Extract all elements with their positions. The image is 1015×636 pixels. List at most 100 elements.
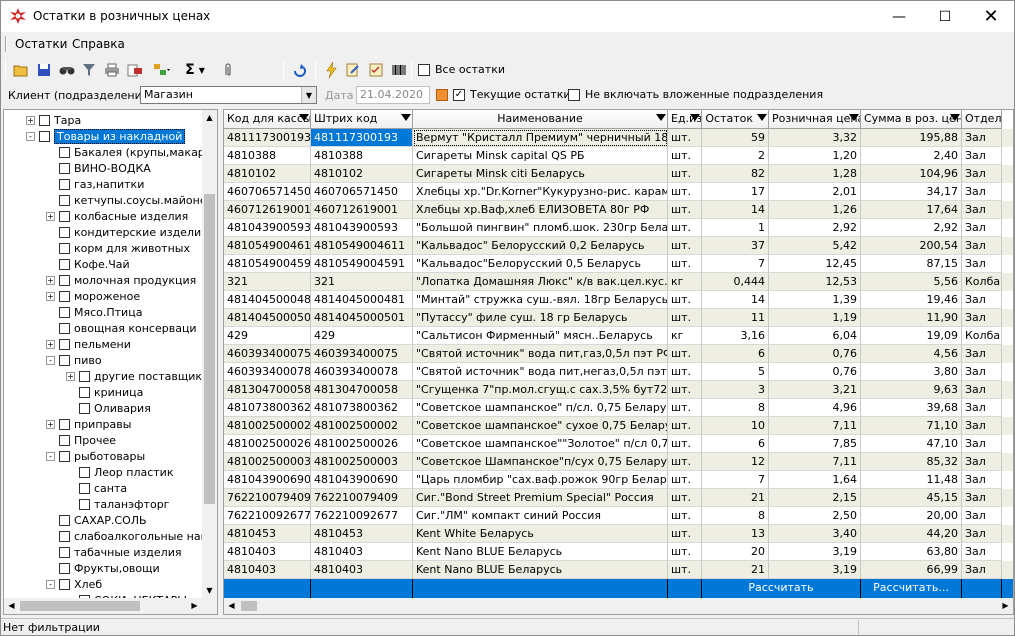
table-row[interactable]: 4810453 4810453 Kent White Беларусь шт. 13 3,… <box>224 525 1013 543</box>
table-row[interactable]: 460712619001 460712619001 Хлебцы хр.Ваф,хл… <box>224 201 1013 219</box>
tree-item[interactable]: САХАР.СОЛЬ <box>46 512 147 528</box>
table-cell[interactable]: "Сальтисон Фирменный" мясн..Беларусь <box>413 327 668 345</box>
table-cell[interactable]: 195,88 <box>861 129 962 147</box>
expand-icon[interactable]: + <box>46 275 55 285</box>
tree-item[interactable]: Леор пластик <box>66 464 173 480</box>
table-cell[interactable]: шт. <box>668 471 702 489</box>
table-cell[interactable]: Зал <box>962 363 1002 381</box>
tree-hscroll-thumb[interactable] <box>20 601 140 611</box>
table-cell[interactable]: "Царь пломбир "сах.ваф.рожок 90гр Белару… <box>413 471 668 489</box>
tree-checkbox[interactable] <box>79 370 90 382</box>
tree-item[interactable]: криница <box>66 384 143 400</box>
table-cell[interactable]: 11 <box>702 309 769 327</box>
table-cell[interactable]: 87,15 <box>861 255 962 273</box>
tree-item[interactable]: Фрукты,овощи <box>46 560 160 576</box>
tree-scroll-thumb[interactable] <box>204 194 215 504</box>
table-cell[interactable]: 481304700058 <box>224 381 311 399</box>
table-cell[interactable]: Зал <box>962 345 1002 363</box>
table-cell[interactable]: Хлебцы хр.Ваф,хлеб ЕЛИЗОВЕТА 80г РФ <box>413 201 668 219</box>
tree-checkbox[interactable] <box>59 514 70 526</box>
tree-checkbox[interactable] <box>59 354 70 366</box>
table-row[interactable]: 762210079409 762210079409 Сиг."Bond Street… <box>224 489 1013 507</box>
table-row[interactable]: 481073800362 481073800362 "Советское шампа… <box>224 399 1013 417</box>
table-cell[interactable]: 4810403 <box>311 561 413 579</box>
table-cell[interactable]: шт. <box>668 291 702 309</box>
client-select[interactable]: Магазин ▼ <box>140 86 317 104</box>
table-cell[interactable]: 321 <box>311 273 413 291</box>
attach-icon[interactable] <box>218 60 238 80</box>
tree-checkbox[interactable] <box>59 530 70 542</box>
table-cell[interactable]: 21 <box>702 489 769 507</box>
table-cell[interactable]: Зал <box>962 237 1002 255</box>
table-cell[interactable]: 460706571450 <box>224 183 311 201</box>
tree-item[interactable]: табачные изделия <box>46 544 181 560</box>
tree-checkbox[interactable] <box>39 114 50 126</box>
table-cell[interactable]: 3,16 <box>702 327 769 345</box>
table-cell[interactable]: "Минтай" стружка суш.-вял. 18гр Беларусь <box>413 291 668 309</box>
table-cell[interactable]: "Святой источник" вода пит,газ,0,5л пэт … <box>413 345 668 363</box>
table-cell[interactable]: 4810403 <box>224 561 311 579</box>
tree-checkbox[interactable] <box>79 466 90 478</box>
tree-item[interactable]: Кофе.Чай <box>46 256 130 272</box>
table-cell[interactable]: Сигареты Minsk citi Беларусь <box>413 165 668 183</box>
tree-checkbox[interactable] <box>79 402 90 414</box>
tree-item[interactable]: + колбасные изделия <box>46 208 188 224</box>
table-cell[interactable]: 6 <box>702 345 769 363</box>
tree-checkbox[interactable] <box>59 258 70 270</box>
table-cell[interactable]: 481043900593 <box>311 219 413 237</box>
tree-checkbox[interactable] <box>59 450 70 462</box>
table-cell[interactable]: 82 <box>702 165 769 183</box>
table-cell[interactable]: "Советское шампанское" п/сл. 0,75 Белару… <box>413 399 668 417</box>
table-cell[interactable]: шт. <box>668 345 702 363</box>
table-cell[interactable]: Зал <box>962 201 1002 219</box>
table-cell[interactable]: Зал <box>962 165 1002 183</box>
table-cell[interactable]: 11,48 <box>861 471 962 489</box>
table-cell[interactable]: 481073800362 <box>311 399 413 417</box>
table-cell[interactable]: 460706571450 <box>311 183 413 201</box>
collapse-icon[interactable]: - <box>46 355 55 365</box>
table-cell[interactable]: 481002500003 <box>224 453 311 471</box>
category-tree[interactable]: СОКИ, НЕКТАРЫ-ХлебФрукты,овощитабачные и… <box>3 109 218 615</box>
table-cell[interactable]: шт. <box>668 219 702 237</box>
table-cell[interactable]: кг <box>668 273 702 291</box>
table-cell[interactable]: Kent White Беларусь <box>413 525 668 543</box>
table-cell[interactable]: 104,96 <box>861 165 962 183</box>
table-cell[interactable]: Колба <box>962 327 1002 345</box>
tree-item[interactable]: кетчупы.соусы.майонез <box>46 192 212 208</box>
table-cell[interactable]: 3,32 <box>769 129 861 147</box>
tree-checkbox[interactable] <box>59 546 70 558</box>
table-cell[interactable]: шт. <box>668 543 702 561</box>
table-cell[interactable]: 321 <box>224 273 311 291</box>
table-row[interactable]: 4810102 4810102 Сигареты Minsk citi Белару… <box>224 165 1013 183</box>
column-header[interactable]: Розничная цена <box>769 110 861 129</box>
tree-checkbox[interactable] <box>59 210 70 222</box>
table-row[interactable]: 460393400078 460393400078 "Святой источник… <box>224 363 1013 381</box>
table-cell[interactable]: 1,64 <box>769 471 861 489</box>
refresh-icon[interactable] <box>290 60 310 80</box>
table-row[interactable]: 460393400075 460393400075 "Святой источник… <box>224 345 1013 363</box>
tree-checkbox[interactable] <box>59 322 70 334</box>
table-cell[interactable]: 1,20 <box>769 147 861 165</box>
table-cell[interactable]: 9,63 <box>861 381 962 399</box>
table-cell[interactable]: 4814045000501 <box>224 309 311 327</box>
table-cell[interactable]: Kent Nano BLUE Беларусь <box>413 543 668 561</box>
tree-item[interactable]: Бакалея (крупы,макароны <box>46 144 217 160</box>
table-cell[interactable]: Зал <box>962 525 1002 543</box>
tree-checkbox[interactable] <box>59 162 70 174</box>
current-stock-checkbox[interactable]: ✓ <box>453 89 465 101</box>
table-cell[interactable]: 2,92 <box>861 219 962 237</box>
tree-item[interactable]: корм для животных <box>46 240 190 256</box>
table-cell[interactable]: Зал <box>962 381 1002 399</box>
menu-help[interactable]: Справка <box>72 37 125 51</box>
table-cell[interactable]: шт. <box>668 237 702 255</box>
table-cell[interactable]: 460712619001 <box>311 201 413 219</box>
menu-ostatki[interactable]: Остатки <box>15 37 67 51</box>
table-cell[interactable]: 4,56 <box>861 345 962 363</box>
table-cell[interactable]: 2,01 <box>769 183 861 201</box>
table-cell[interactable]: шт. <box>668 309 702 327</box>
table-cell[interactable]: Сиг."Bond Street Premium Special" Россия <box>413 489 668 507</box>
table-cell[interactable]: 4810549004611 <box>311 237 413 255</box>
table-cell[interactable]: 6 <box>702 435 769 453</box>
table-cell[interactable]: 44,20 <box>861 525 962 543</box>
table-cell[interactable]: шт. <box>668 561 702 579</box>
